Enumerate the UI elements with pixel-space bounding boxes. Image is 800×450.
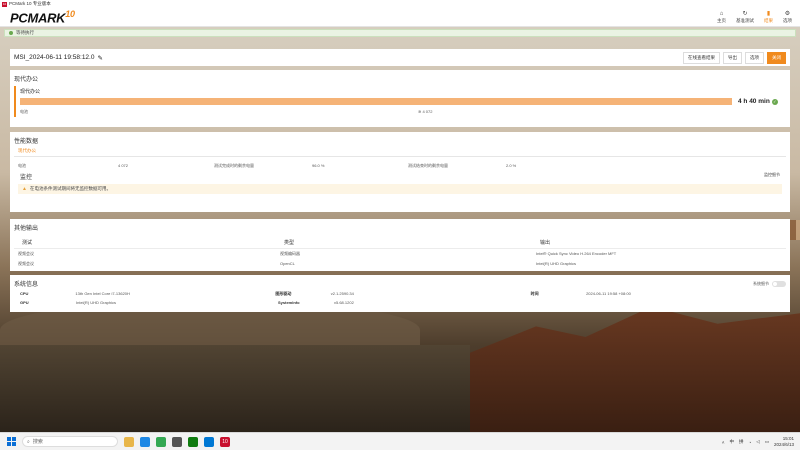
search-icon: ⌕ (27, 438, 30, 445)
edit-pencil-icon[interactable]: ✎ (97, 54, 102, 62)
tray-ime[interactable]: 拼 (739, 439, 744, 445)
taskbar-search[interactable]: ⌕ 搜索 (22, 436, 118, 447)
home-icon: ⌂ (719, 10, 724, 17)
monitor-warning: ▲ 在电池条件测试期间将无监控数据可用。 (18, 184, 782, 194)
duration-bar (20, 98, 732, 105)
browser-icon[interactable] (140, 436, 150, 447)
refresh-icon: ↻ (742, 10, 748, 17)
nav-benchmarks[interactable]: ↻ 基准测试 (736, 11, 754, 24)
performance-panel: 性能数据 现代办公 电池 4 072 测试完成时的剩余电量 96.0 % 测试结束时… (10, 132, 790, 212)
nav-home[interactable]: ⌂ 主页 (717, 11, 726, 24)
monitor-details-link[interactable]: 监控细节 (764, 172, 780, 181)
store-icon[interactable] (204, 436, 214, 447)
tray-lang[interactable]: 中 (730, 439, 735, 445)
app-topbar: PCMARK10 ⌂ 主页 ↻ 基准测试 ▮ 结果 ⚙ 选项 (0, 8, 800, 27)
brand-logo: PCMARK10 (10, 8, 75, 26)
sys-row: GPU Intel(R) UHD Graphics SystemInfo v5.68… (20, 300, 354, 305)
section-title: 现代办公 (14, 77, 39, 83)
bar-chart-icon: ▮ (766, 10, 771, 17)
gear-icon: ⚙ (784, 10, 791, 17)
monitor-title: 监控 (20, 175, 33, 181)
score-value: ≋ 4 072 (418, 109, 433, 114)
warning-icon: ▲ (22, 186, 27, 192)
section-title: 其他输出 (14, 226, 39, 232)
app-logo-icon: 10 (2, 1, 7, 7)
status-notice: 等待执行 (4, 29, 796, 37)
volume-icon[interactable]: ◁ (756, 439, 759, 445)
file-explorer-icon[interactable] (124, 436, 134, 447)
battery-icon[interactable]: ▭ (765, 439, 769, 445)
modern-office-panel: 现代办公 现代办公 4 h 40 min ✓ 电池 ≋ 4 072 (10, 70, 790, 127)
section-title: 性能数据 (14, 139, 39, 145)
settings-icon[interactable] (172, 436, 182, 447)
result-header: MSI_2024-06-11 19:58:12.0 ✎ 在线查看结果 导出 选项… (10, 49, 790, 66)
window-title: PCMark 10 专业版本 (9, 1, 51, 6)
other-output-panel: 其他输出 测试 类型 输出 视频会议 视频编码器 Intel® Quick Sy… (10, 219, 790, 271)
taskbar-apps: 10 (124, 436, 230, 447)
result-actions: 在线查看结果 导出 选项 关闭 (683, 51, 786, 64)
view-online-button[interactable]: 在线查看结果 (683, 51, 720, 64)
window-titlebar[interactable]: 10 PCMark 10 专业版本 (0, 0, 800, 8)
toggle-switch[interactable] (772, 280, 786, 287)
wallpaper-lake (0, 345, 470, 432)
chrome-icon[interactable] (156, 436, 166, 447)
taskbar: ⌕ 搜索 10 ˄ 中 拼 ◔ ◁ ▭ 15:01 2024/6/13 (0, 432, 800, 450)
perf-row: 电池 4 072 测试完成时的剩余电量 96.0 % 测试结束时的剩余电量 2.0 % (18, 163, 517, 168)
system-tray: ˄ 中 拼 ◔ ◁ ▭ 15:01 2024/6/13 (722, 436, 794, 448)
close-button[interactable]: 关闭 (767, 51, 786, 64)
system-info-panel: 系统信息 系统细节 CPU 13th Gen Intel Core i7-1362… (10, 275, 790, 312)
result-name: MSI_2024-06-11 19:58:12.0 ✎ (14, 54, 103, 62)
sys-row: CPU 13th Gen Intel Core i7-13620H 图形驱动 v2.… (20, 291, 631, 296)
table-row: 视频会议 视频编码器 Intel® Quick Sync Video H.264… (18, 251, 617, 256)
table-row: 视频会议 OpenCL Intel(R) UHD Graphics (18, 261, 577, 266)
start-button[interactable] (7, 437, 16, 446)
status-dot-icon (9, 31, 13, 35)
options-button[interactable]: 选项 (745, 51, 764, 64)
wallpaper-pagoda (470, 306, 800, 432)
check-icon: ✓ (771, 98, 778, 105)
wifi-icon[interactable]: ◔ (749, 440, 752, 445)
score-label: 电池 (20, 109, 28, 114)
office-result: 现代办公 4 h 40 min ✓ 电池 ≋ 4 072 (14, 86, 786, 117)
export-button[interactable]: 导出 (723, 51, 742, 64)
app-window: 10 PCMark 10 专业版本 PCMARK10 ⌂ 主页 ↻ 基准测试 ▮ 结果… (0, 0, 800, 315)
chevron-up-icon[interactable]: ˄ (722, 440, 725, 445)
main-nav: ⌂ 主页 ↻ 基准测试 ▮ 结果 ⚙ 选项 (717, 11, 792, 24)
clock[interactable]: 15:01 2024/6/13 (774, 436, 794, 448)
nav-options[interactable]: ⚙ 选项 (783, 11, 792, 24)
pcmark-taskbar-icon[interactable]: 10 (220, 436, 230, 447)
nav-results[interactable]: ▮ 结果 (764, 11, 773, 24)
details-toggle[interactable]: 系统细节 (753, 280, 786, 287)
duration-value: 4 h 40 min ✓ (738, 98, 778, 105)
section-title: 系统信息 (14, 282, 39, 288)
tab-modern-office[interactable]: 现代办公 (18, 148, 36, 153)
table-header: 测试 类型 输出 (14, 237, 786, 249)
xbox-icon[interactable] (188, 436, 198, 447)
office-test-name: 现代办公 (20, 89, 41, 95)
